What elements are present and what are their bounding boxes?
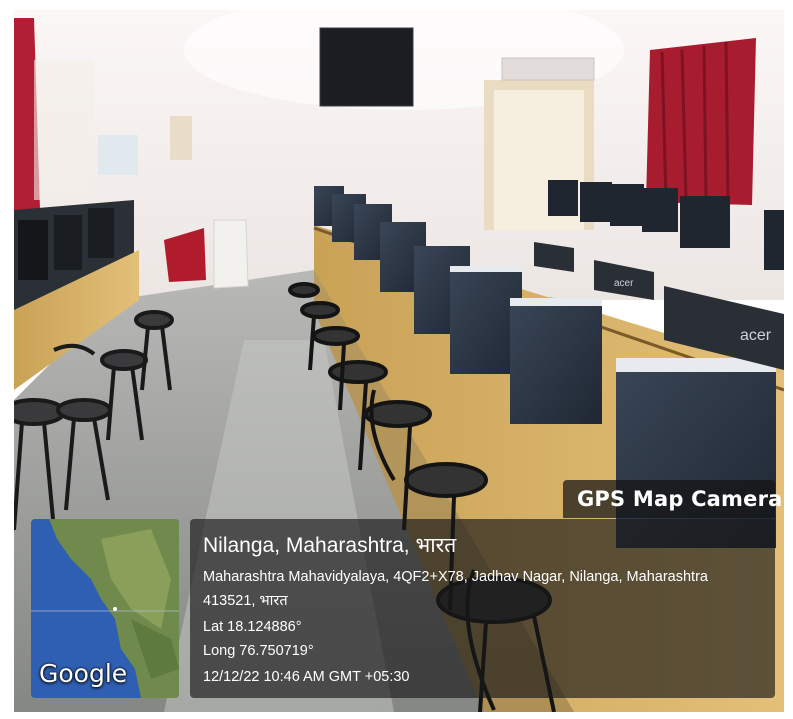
location-info-panel: Nilanga, Maharashtra, भारत Maharashtra M… xyxy=(190,519,775,698)
map-thumbnail: Google xyxy=(31,519,179,698)
address-text: Maharashtra Mahavidyalaya, 4QF2+X78, Jad… xyxy=(203,569,708,609)
photo-frame: acer acer GPS Map Camera Google Nilanga,… xyxy=(0,0,793,719)
ac-unit xyxy=(501,57,595,81)
location-title: Nilanga, Maharashtra, भारत xyxy=(203,534,457,557)
timestamp-text: 12/12/22 10:46 AM GMT +05:30 xyxy=(203,669,410,685)
printer xyxy=(98,135,138,175)
acer-logo-2: acer xyxy=(740,327,772,344)
acer-logo: acer xyxy=(614,278,634,289)
app-label: GPS Map Camera xyxy=(577,487,783,511)
google-logo: Google xyxy=(39,659,128,688)
gps-map-camera-badge: GPS Map Camera xyxy=(563,480,782,518)
longitude-text: Long 76.750719° xyxy=(203,643,314,659)
wall-tv xyxy=(319,27,414,107)
latitude-text: Lat 18.124886° xyxy=(203,619,302,635)
wall-poster xyxy=(170,116,192,160)
white-chair xyxy=(213,219,249,289)
